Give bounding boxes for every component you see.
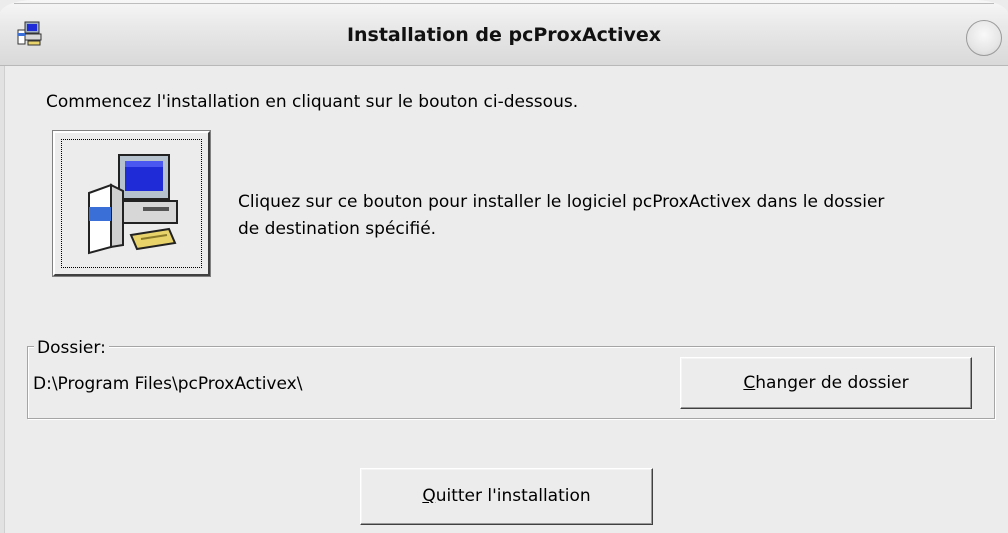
window-left-edge (0, 66, 5, 533)
computer-setup-icon (88, 154, 178, 255)
quit-installation-button[interactable]: Quitter l'installation (360, 468, 653, 525)
installer-window: Installation de pcProxActivex Commencez … (0, 0, 1008, 533)
install-description-line-1: Cliquez sur ce bouton pour installer le … (238, 192, 885, 212)
setup-computer-icon[interactable] (16, 20, 46, 48)
title-bar[interactable]: Installation de pcProxActivex (0, 0, 1008, 66)
folder-label: Dossier: (34, 338, 109, 358)
folder-path: D:\Program Files\pcProxActivex\ (33, 374, 303, 394)
window-title: Installation de pcProxActivex (346, 24, 662, 46)
change-folder-button[interactable]: Changer de dossier (680, 357, 972, 409)
instruction-text: Commencez l'installation en cliquant sur… (46, 92, 579, 112)
change-folder-label: hanger de dossier (755, 373, 909, 393)
install-button[interactable] (52, 130, 211, 277)
quit-mnemonic: Q (422, 486, 436, 506)
quit-label: uitter l'installation (435, 486, 591, 506)
change-folder-mnemonic: C (743, 373, 756, 393)
window-control-button[interactable] (966, 20, 1002, 56)
install-description-line-2: de destination spécifié. (238, 219, 437, 239)
